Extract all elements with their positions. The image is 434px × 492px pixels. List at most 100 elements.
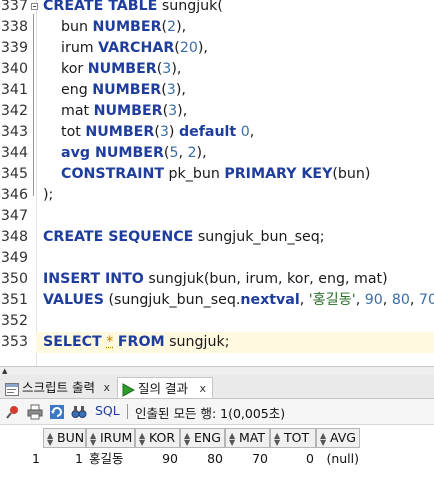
column-header-avg[interactable]: ▲ ▼ AVG (316, 428, 360, 448)
code-line[interactable]: 341 eng NUMBER(3), (0, 80, 434, 101)
code-token: VALUES (43, 292, 104, 308)
code-line[interactable]: 344 avg NUMBER(5, 2), (0, 143, 434, 164)
code-token: sungjuk( (157, 0, 223, 14)
code-token: 3 (159, 124, 169, 140)
sort-icon[interactable]: ▲ ▼ (47, 432, 53, 447)
code-line[interactable]: 342 mat NUMBER(3), (0, 101, 434, 122)
code-line[interactable]: 353 SELECT * FROM sungjuk; (0, 332, 434, 353)
cell-avg[interactable]: (null) (316, 449, 359, 469)
line-number: 344 (0, 145, 28, 161)
sort-icon[interactable]: ▲ ▼ (139, 432, 145, 447)
code-line[interactable]: 345 CONSTRAINT pk_bun PRIMARY KEY(bun) (0, 164, 434, 185)
code-text: CREATE SEQUENCE sungjuk_bun_seq; (43, 227, 325, 248)
code-line[interactable]: 338 bun NUMBER(2), (0, 17, 434, 38)
code-line[interactable]: 337 CREATE TABLE sungjuk( (0, 0, 434, 17)
code-token: , (178, 145, 188, 161)
column-header-mat[interactable]: ▲ ▼ MAT (225, 428, 270, 448)
toolbar-divider (127, 404, 128, 419)
code-token: 3 (166, 82, 176, 98)
line-number: 347 (0, 208, 28, 224)
code-token: ), (176, 19, 187, 35)
panel-splitter[interactable]: ▲▼ (0, 366, 434, 382)
code-token: 2 (187, 145, 197, 161)
code-token: eng (43, 82, 93, 98)
line-number: 345 (0, 166, 28, 182)
cell-irum[interactable]: 홍길동 (86, 449, 135, 469)
refresh-icon[interactable] (49, 404, 65, 420)
column-header-bun[interactable]: ▲ ▼ BUN (43, 428, 86, 448)
code-text: SELECT * FROM sungjuk; (43, 332, 229, 353)
sort-icon[interactable]: ▲ ▼ (320, 432, 326, 447)
sort-icon[interactable]: ▲ ▼ (274, 432, 280, 447)
line-number: 349 (0, 250, 28, 266)
cell-eng[interactable]: 80 (180, 449, 223, 469)
code-line[interactable]: 352 (0, 311, 434, 332)
line-number: 342 (0, 103, 28, 119)
tab-query-result-close-icon[interactable]: x (199, 378, 206, 399)
fold-toggle-icon[interactable] (31, 3, 38, 10)
code-line[interactable]: 340 kor NUMBER(3), (0, 59, 434, 80)
tab-script-output-close-icon[interactable]: x (103, 377, 110, 398)
print-icon[interactable] (27, 404, 43, 420)
sort-icon[interactable]: ▲ ▼ (229, 432, 235, 447)
code-token: NUMBER (92, 19, 162, 35)
code-token: ) (168, 124, 179, 140)
pin-icon[interactable] (5, 404, 21, 420)
code-token: PRIMARY KEY (224, 166, 333, 182)
sort-icon[interactable]: ▲ ▼ (184, 432, 190, 447)
code-token: ), (177, 103, 188, 119)
code-line[interactable]: 349 (0, 248, 434, 269)
code-token: INSERT INTO (43, 271, 144, 287)
code-token: nextval (240, 292, 300, 308)
tab-script-output-label: 스크립트 출력 (22, 380, 95, 395)
cell-kor[interactable]: 90 (135, 449, 178, 469)
code-token: '홍길동' (308, 292, 356, 308)
tab-query-result[interactable]: 질의 결과 x (117, 377, 213, 398)
sql-button[interactable]: SQL (95, 403, 120, 418)
code-token: (sungjuk_bun_seq. (103, 292, 241, 308)
column-header-eng[interactable]: ▲ ▼ ENG (180, 428, 225, 448)
code-text: bun NUMBER(2), (43, 17, 186, 38)
sql-editor[interactable]: 337 CREATE TABLE sungjuk( 338 bun NUMBER(2… (0, 0, 434, 366)
code-token: 20 (179, 40, 198, 56)
cell-bun[interactable]: 1 (43, 449, 83, 469)
code-token: , (299, 292, 309, 308)
code-token: 90 (364, 292, 383, 308)
column-header-kor[interactable]: ▲ ▼ KOR (135, 428, 180, 448)
line-number: 352 (0, 313, 28, 329)
cell-tot[interactable]: 0 (270, 449, 314, 469)
code-line[interactable]: 348 CREATE SEQUENCE sungjuk_bun_seq; (0, 227, 434, 248)
binoculars-icon[interactable] (71, 404, 87, 420)
code-line[interactable]: 343 tot NUMBER(3) default 0, (0, 122, 434, 143)
line-number: 339 (0, 40, 28, 56)
code-token: ), (171, 61, 182, 77)
code-line[interactable]: 347 (0, 206, 434, 227)
code-token: ), (197, 40, 208, 56)
code-token: tot (43, 124, 86, 140)
results-toolbar: SQL 인출된 모든 행: 1(0,005초) (0, 399, 434, 425)
tab-script-output[interactable]: 스크립트 출력 x (2, 377, 116, 398)
code-token: 0 (240, 124, 250, 140)
code-line[interactable]: 350 INSERT INTO sungjuk(bun, irum, kor, e… (0, 269, 434, 290)
cell-mat[interactable]: 70 (225, 449, 268, 469)
code-token: (bun) (332, 166, 371, 182)
code-text: avg NUMBER(5, 2), (43, 143, 207, 164)
code-token: ), (196, 145, 207, 161)
column-header-irum[interactable]: ▲ ▼ IRUM (86, 428, 135, 448)
code-token: VARCHAR (98, 40, 175, 56)
code-token: kor (43, 61, 88, 77)
code-line[interactable]: 346); (0, 185, 434, 206)
code-token: 80 (391, 292, 410, 308)
code-token: FROM (117, 334, 165, 350)
line-number: 351 (0, 292, 28, 308)
sort-icon[interactable]: ▲ ▼ (90, 432, 96, 447)
code-text: kor NUMBER(3), (43, 59, 181, 80)
column-header-tot[interactable]: ▲ ▼ TOT (270, 428, 316, 448)
line-number: 337 (0, 0, 28, 14)
results-tabbar: 스크립트 출력 x 질의 결과 x (0, 375, 434, 399)
code-token: , (382, 292, 392, 308)
code-line[interactable]: 339 irum VARCHAR(20), (0, 38, 434, 59)
code-line[interactable]: 351 VALUES (sungjuk_bun_seq.nextval, '홍길동… (0, 290, 434, 311)
code-token: CREATE TABLE (43, 0, 158, 14)
